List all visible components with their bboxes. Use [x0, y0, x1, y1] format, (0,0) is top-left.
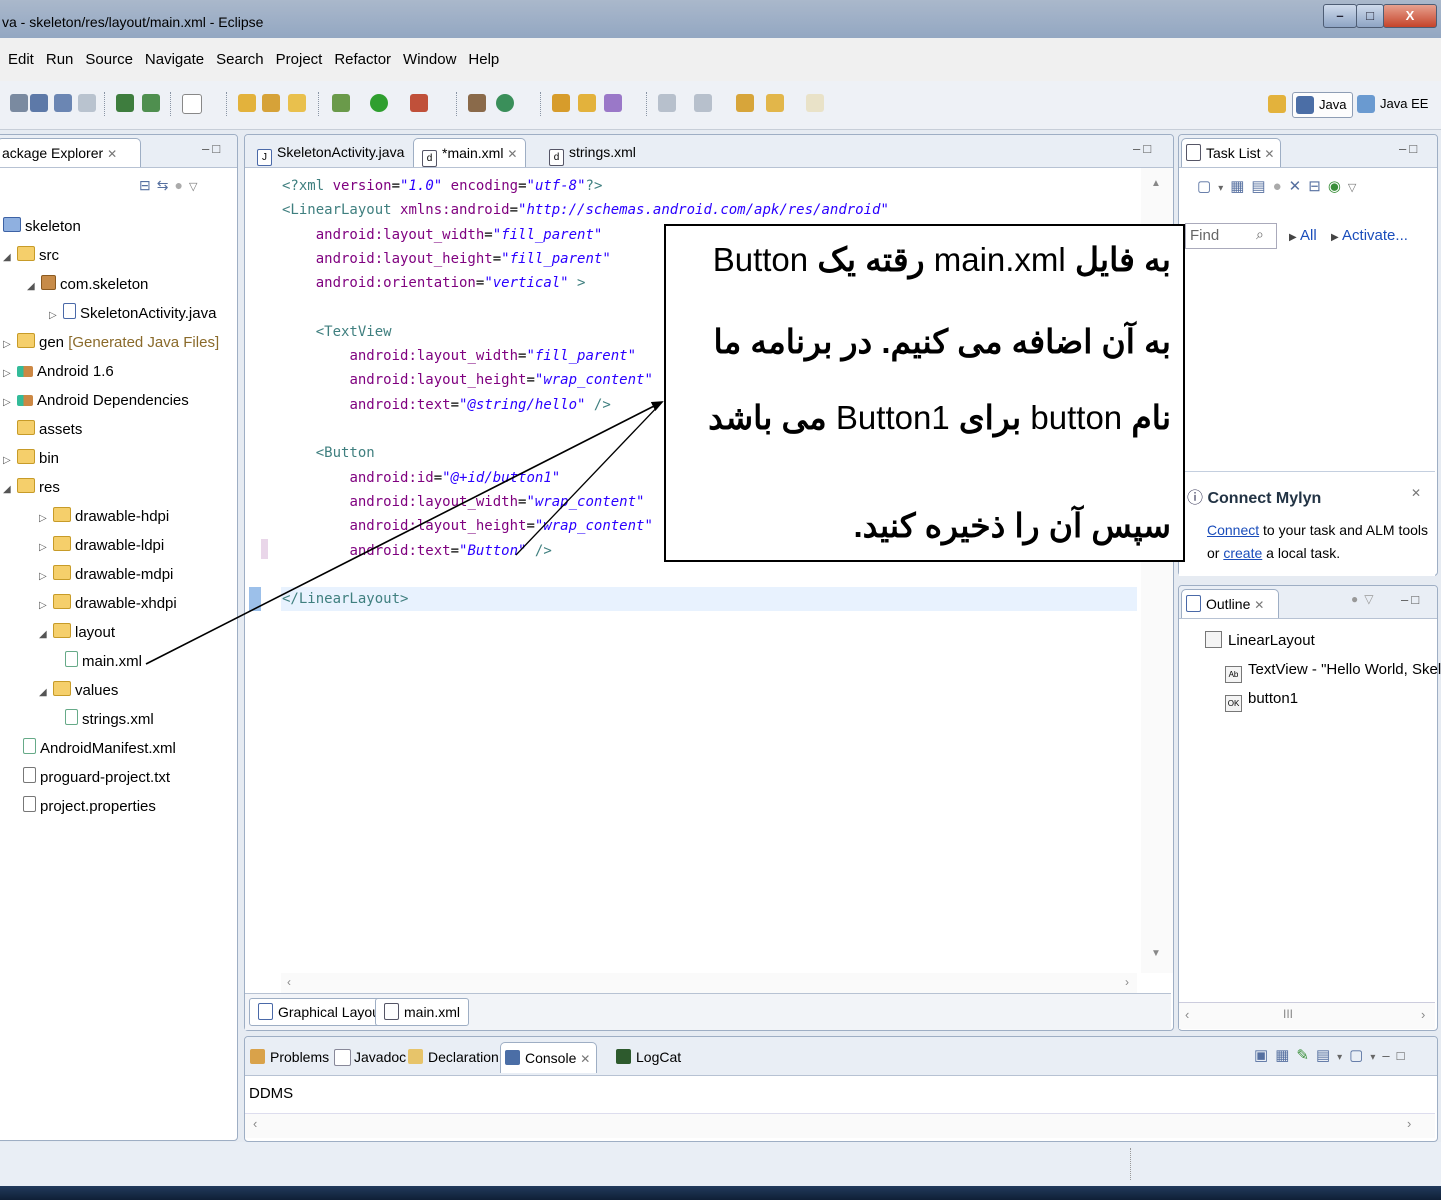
arrow-to-main-xml — [145, 401, 664, 665]
arrow-to-button-code — [515, 401, 663, 556]
annotation-arrows — [145, 401, 664, 665]
